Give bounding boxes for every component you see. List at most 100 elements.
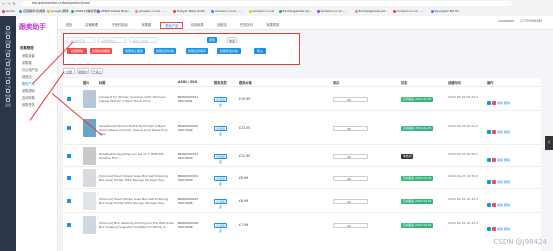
- edit-icon[interactable]: [487, 227, 491, 231]
- batch-action-button[interactable]: 批量启动跟卖: [90, 48, 112, 54]
- sub-nav-item[interactable]: 采集任务: [22, 102, 35, 107]
- table-row[interactable]: [Silicone] Non Washing Sticking On The W…: [63, 212, 541, 236]
- product-title[interactable]: Jumpsuit for Women Summer 2021 Womens Ca…: [99, 95, 174, 103]
- batch-action-button[interactable]: 批量设置库存: [186, 48, 208, 54]
- table-row[interactable]: Breathable Adjusting sun set of 7- HEM 9…: [63, 144, 541, 166]
- bookmark-item[interactable]: Amazon.co.uk - ...: [316, 8, 348, 14]
- row-actions[interactable]: 编辑 删除: [487, 130, 510, 134]
- sub-nav-item[interactable]: 自动采集: [22, 95, 35, 100]
- bookmark-item[interactable]: Amazon.co.uk - ...: [211, 8, 242, 14]
- bookmark-item[interactable]: Amazon.co.uk: [249, 8, 274, 14]
- sidebar-item[interactable]: 订单: [0, 44, 16, 53]
- table-row[interactable]: [Silicone] Heart Shape Soap Box Self Dra…: [63, 188, 541, 212]
- reload-icon[interactable]: ↻: [12, 1, 16, 6]
- follow-type-tag[interactable]: 普通跟卖: [214, 125, 227, 136]
- batch-action-button[interactable]: 导入: [254, 48, 266, 54]
- tab[interactable]: 采集箱: [138, 22, 156, 29]
- stock-stepper[interactable]: 10: [333, 198, 368, 204]
- row-checkbox[interactable]: [67, 176, 71, 180]
- tab[interactable]: 店铺管理: [81, 22, 102, 29]
- edit-icon[interactable]: [487, 130, 491, 134]
- row-actions[interactable]: 编辑 删除: [487, 180, 510, 184]
- sidebar-item[interactable]: 产品: [0, 53, 16, 62]
- sidebar-item[interactable]: 首页: [0, 26, 16, 35]
- address-bar[interactable]: erp.geeshenma.cn/tool/product/cool: [22, 1, 512, 6]
- sidebar-item[interactable]: 工具: [0, 80, 16, 89]
- sidebar-item[interactable]: 店铺: [0, 35, 16, 44]
- row-checkbox[interactable]: [67, 199, 71, 203]
- tab[interactable]: 任务队列: [236, 22, 257, 29]
- bookmark-item[interactable]: AMZ5 Global Bran...: [97, 8, 131, 14]
- row-checkbox[interactable]: [67, 126, 71, 130]
- delete-icon[interactable]: [492, 158, 496, 162]
- sub-nav-item[interactable]: 采集箱: [22, 60, 32, 65]
- table-row[interactable]: Sweetheart Women Butterfly Printed V-Nec…: [63, 110, 541, 144]
- bookmark-item[interactable]: Gmail: [2, 8, 15, 14]
- batch-action-button[interactable]: 批量停止跟卖: [123, 48, 145, 54]
- follow-type-tag[interactable]: 普通跟卖: [214, 153, 227, 164]
- edit-icon[interactable]: [487, 180, 491, 184]
- bookmark-item[interactable]: AMZ123跨境导航: [71, 8, 99, 14]
- product-title[interactable]: [Silicone] Heart Shape Soap Box Self Dra…: [99, 174, 174, 182]
- product-title[interactable]: Breathable Adjusting sun set of 7- HEM 9…: [99, 152, 174, 160]
- sidebar-item[interactable]: 广告: [0, 71, 16, 80]
- edit-icon[interactable]: [487, 158, 491, 162]
- edit-icon[interactable]: [487, 203, 491, 207]
- batch-action-button[interactable]: 批量设置价格: [154, 48, 176, 54]
- scroll-arrow-icon[interactable]: ‹: [545, 136, 553, 150]
- row-actions[interactable]: 编辑 删除: [487, 203, 510, 207]
- table-row[interactable]: Jumpsuit for Women Summer 2021 Womens Ca…: [63, 86, 541, 110]
- follow-type-tag[interactable]: 普通跟卖: [214, 175, 227, 186]
- stock-stepper[interactable]: 10: [333, 222, 368, 228]
- sub-nav-item[interactable]: 采集规则: [22, 88, 35, 93]
- sub-nav-item[interactable]: 回收站: [22, 74, 32, 79]
- delete-icon[interactable]: [492, 180, 496, 184]
- sub-nav-item[interactable]: 采集设置: [22, 53, 35, 58]
- follow-type-tag[interactable]: 普通跟卖: [214, 222, 227, 233]
- delete-icon[interactable]: [492, 130, 496, 134]
- tab[interactable]: 回收站: [213, 22, 231, 29]
- batch-action-button[interactable]: 批量修改价格: [217, 48, 241, 54]
- filter-active[interactable]: 跟卖中: [77, 68, 89, 74]
- stock-stepper[interactable]: 10: [333, 96, 368, 102]
- delete-icon[interactable]: [492, 227, 496, 231]
- bookmark-item[interactable]: Exchangelinks.ad...: [278, 8, 312, 14]
- batch-action-button[interactable]: 批量删除: [67, 48, 87, 54]
- product-title[interactable]: [Silicone] Non Washing Sticking On The W…: [99, 221, 174, 229]
- follow-type-tag[interactable]: 普通跟卖: [214, 96, 227, 107]
- delete-icon[interactable]: [492, 203, 496, 207]
- edit-icon[interactable]: [487, 101, 491, 105]
- bookmark-item[interactable]: 百度翻译-权威服...: [19, 8, 48, 14]
- product-title[interactable]: [Silicone] Heart Shape Soap Box Self Dra…: [99, 197, 174, 205]
- bookmark-item[interactable]: Amazon.co.uk - ...: [392, 8, 424, 14]
- row-actions[interactable]: 编辑 删除: [487, 101, 510, 105]
- row-actions[interactable]: 编辑 删除: [487, 158, 510, 162]
- tab[interactable]: 首页: [62, 22, 76, 29]
- tab[interactable]: 采集规则: [262, 22, 283, 29]
- bookmark-item[interactable]: Amazon.co.uk - ...: [135, 8, 166, 14]
- asin-input[interactable]: 请输入ASIN: [129, 37, 157, 43]
- product-title[interactable]: Sweetheart Women Butterfly Printed V-Nec…: [99, 124, 174, 136]
- user-name[interactable]: shadowed: [498, 19, 514, 23]
- stock-stepper[interactable]: 10: [333, 125, 368, 131]
- site-select[interactable]: 请选择站点: [98, 37, 126, 43]
- row-checkbox[interactable]: [67, 97, 71, 101]
- stock-stepper[interactable]: 10: [333, 153, 368, 159]
- bookmark-item[interactable]: Dollyer Baby Knitt...: [173, 8, 207, 14]
- filter-stopped[interactable]: 已停止: [91, 68, 103, 74]
- sidebar-item[interactable]: 数据: [0, 89, 16, 98]
- row-checkbox[interactable]: [67, 223, 71, 227]
- follow-type-tag[interactable]: 普通跟卖: [214, 198, 227, 209]
- bookmark-item[interactable]: Google 翻译: [46, 8, 68, 14]
- sub-nav-item[interactable]: 已认领产品: [22, 67, 38, 72]
- tab[interactable]: 跟卖产品: [160, 22, 184, 29]
- delete-icon[interactable]: [492, 101, 496, 105]
- tab[interactable]: 不良件检测: [108, 22, 132, 29]
- forward-icon[interactable]: →: [7, 1, 11, 6]
- sidebar-item[interactable]: 物流: [0, 62, 16, 71]
- sidebar-item[interactable]: 设置: [0, 98, 16, 107]
- back-icon[interactable]: ←: [2, 1, 6, 6]
- bookmark-item[interactable]: Kyungbar Pip M...: [430, 8, 461, 14]
- row-checkbox[interactable]: [67, 154, 71, 158]
- stock-stepper[interactable]: 10: [333, 175, 368, 181]
